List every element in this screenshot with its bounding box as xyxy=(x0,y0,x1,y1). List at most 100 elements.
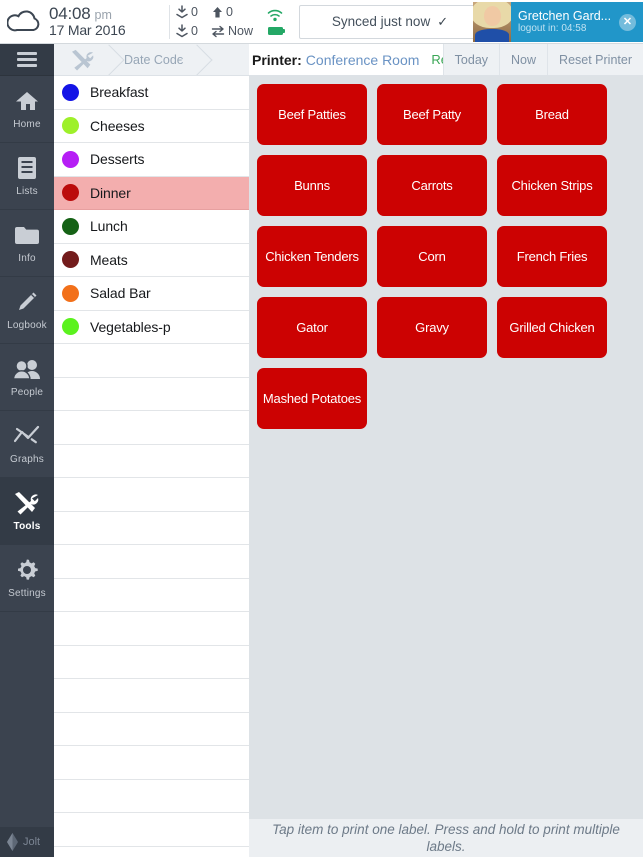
sidebar-item-label: Info xyxy=(18,253,36,264)
breadcrumb: Date Code xyxy=(54,44,249,76)
category-list[interactable]: Breakfast Cheeses Desserts Dinner Lunch Meats… xyxy=(54,76,249,857)
sync-status-button[interactable]: Synced just now ✓ xyxy=(299,4,481,39)
brand-logo: Jolt xyxy=(0,827,54,857)
item-tile[interactable]: Carrots xyxy=(377,155,487,216)
category-label: Dinner xyxy=(90,184,131,201)
user-logout-timer: logout in: 04:58 xyxy=(518,23,587,35)
category-color-dot xyxy=(62,217,79,235)
category-color-dot xyxy=(62,184,79,202)
item-tile[interactable]: Grilled Chicken xyxy=(497,297,607,358)
category-row-empty xyxy=(54,646,249,679)
sidebar: Home Lists Info Logbook People Graphs To… xyxy=(0,44,54,857)
chart-icon xyxy=(14,423,40,449)
now-button[interactable]: Now xyxy=(499,44,547,75)
category-color-dot xyxy=(62,251,79,269)
category-row[interactable]: Desserts xyxy=(54,143,249,177)
item-grid-panel: Beef Patties Beef Patty Bread Bunns Carrots C… xyxy=(249,76,643,819)
category-label: Desserts xyxy=(90,151,145,168)
download-count: 0 xyxy=(191,5,198,19)
category-row[interactable]: Meats xyxy=(54,244,249,277)
breadcrumb-label: Date Code xyxy=(124,52,184,67)
category-label: Cheeses xyxy=(90,117,145,134)
category-row[interactable]: Dinner xyxy=(54,176,249,210)
breadcrumb-item-tools[interactable] xyxy=(54,44,110,76)
item-tile[interactable]: Bread xyxy=(497,84,607,145)
hamburger-menu-button[interactable] xyxy=(0,44,54,76)
avatar xyxy=(473,2,511,42)
jolt-mark-icon xyxy=(7,833,18,851)
folder-icon xyxy=(14,222,40,248)
item-grid: Beef Patties Beef Patty Bread Bunns Carrots C… xyxy=(257,84,643,429)
upload-count: 0 xyxy=(226,5,233,19)
sidebar-item-lists[interactable]: Lists xyxy=(0,143,54,210)
category-color-dot xyxy=(62,318,79,336)
item-tile[interactable]: Bunns xyxy=(257,155,367,216)
today-button[interactable]: Today xyxy=(442,44,499,75)
category-row[interactable]: Vegetables-p xyxy=(54,311,249,344)
hint-bar: Tap item to print one label. Press and h… xyxy=(249,819,643,857)
sync-counters: 0 0 0 Now xyxy=(175,4,265,39)
user-name: Gretchen Gard... xyxy=(518,9,612,24)
close-icon[interactable]: ✕ xyxy=(619,13,636,31)
sidebar-item-tools[interactable]: Tools xyxy=(0,478,54,545)
sidebar-item-settings[interactable]: Settings xyxy=(0,545,54,612)
sidebar-item-label: Logbook xyxy=(7,320,47,331)
category-color-dot xyxy=(62,83,79,101)
hint-text: Tap item to print one label. Press and h… xyxy=(272,822,620,854)
sidebar-item-home[interactable]: Home xyxy=(0,76,54,143)
category-row[interactable]: Lunch xyxy=(54,210,249,244)
sidebar-item-people[interactable]: People xyxy=(0,344,54,411)
category-row-empty xyxy=(54,545,249,579)
tools-icon xyxy=(13,490,41,516)
item-tile[interactable]: Beef Patty xyxy=(377,84,487,145)
item-tile[interactable]: Chicken Tenders xyxy=(257,226,367,287)
sidebar-item-logbook[interactable]: Logbook xyxy=(0,277,54,344)
category-row-empty xyxy=(54,780,249,813)
category-row-empty xyxy=(54,713,249,746)
check-icon: ✓ xyxy=(437,13,449,29)
item-tile[interactable]: Gator xyxy=(257,297,367,358)
item-tile[interactable]: Gravy xyxy=(377,297,487,358)
status-bar: 04:08 pm 17 Mar 2016 0 0 0 Now Synced ju… xyxy=(0,0,643,44)
list-icon xyxy=(17,155,37,181)
clock-time: 04:08 xyxy=(49,4,91,24)
category-color-dot xyxy=(62,150,79,168)
battery-icon xyxy=(267,26,285,35)
category-row[interactable]: Salad Bar xyxy=(54,277,249,311)
app-root: 04:08 pm 17 Mar 2016 0 0 0 Now Synced ju… xyxy=(0,0,643,857)
transfer-icon xyxy=(211,25,225,37)
download-icon-2 xyxy=(176,24,188,38)
category-label: Meats xyxy=(90,251,128,268)
sync-status-label: Synced just now xyxy=(331,14,431,29)
printer-name[interactable]: Conference Room xyxy=(306,52,420,68)
reset-printer-button[interactable]: Reset Printer xyxy=(547,44,643,75)
sidebar-item-label: People xyxy=(10,387,44,398)
sidebar-item-graphs[interactable]: Graphs xyxy=(0,411,54,478)
sync-now-label: Now xyxy=(228,24,254,38)
category-row[interactable]: Breakfast xyxy=(54,76,249,110)
category-row-empty xyxy=(54,679,249,713)
category-row-empty xyxy=(54,478,249,512)
sidebar-item-label: Home xyxy=(13,119,41,130)
category-color-dot xyxy=(62,284,79,302)
category-row-empty xyxy=(54,344,249,378)
sidebar-item-label: Graphs xyxy=(10,454,44,465)
sidebar-item-label: Tools xyxy=(13,521,41,532)
home-icon xyxy=(15,88,39,114)
clock-date: 17 Mar 2016 xyxy=(49,22,126,39)
category-label: Breakfast xyxy=(90,84,149,101)
category-row[interactable]: Cheeses xyxy=(54,110,249,143)
item-tile[interactable]: Beef Patties xyxy=(257,84,367,145)
sidebar-item-info[interactable]: Info xyxy=(0,210,54,277)
printer-label: Printer: xyxy=(252,51,302,68)
sidebar-item-label: Settings xyxy=(8,588,46,599)
item-tile[interactable]: Chicken Strips xyxy=(497,155,607,216)
clock-ampm: pm xyxy=(94,8,112,23)
item-tile[interactable]: Mashed Potatoes xyxy=(257,368,367,429)
item-tile[interactable]: French Fries xyxy=(497,226,607,287)
gear-icon xyxy=(15,557,39,583)
item-tile[interactable]: Corn xyxy=(377,226,487,287)
people-icon xyxy=(13,356,41,382)
category-color-dot xyxy=(62,117,79,135)
user-badge[interactable]: Gretchen Gard... logout in: 04:58 ✕ xyxy=(473,2,643,42)
